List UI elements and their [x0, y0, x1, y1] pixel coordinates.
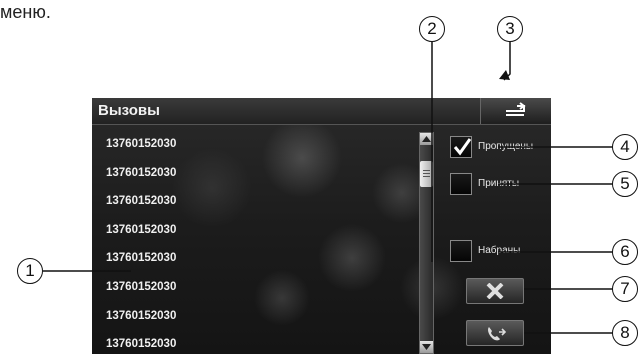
callout-6: 6	[612, 239, 638, 265]
callout-8: 8	[612, 320, 638, 346]
callout-3: 3	[497, 16, 523, 42]
callout-leader-lines	[43, 42, 613, 334]
callout-4: 4	[612, 134, 638, 160]
callout-1: 1	[17, 258, 43, 284]
callout-2: 2	[419, 16, 445, 42]
callout-5: 5	[612, 171, 638, 197]
callout-7: 7	[612, 276, 638, 302]
